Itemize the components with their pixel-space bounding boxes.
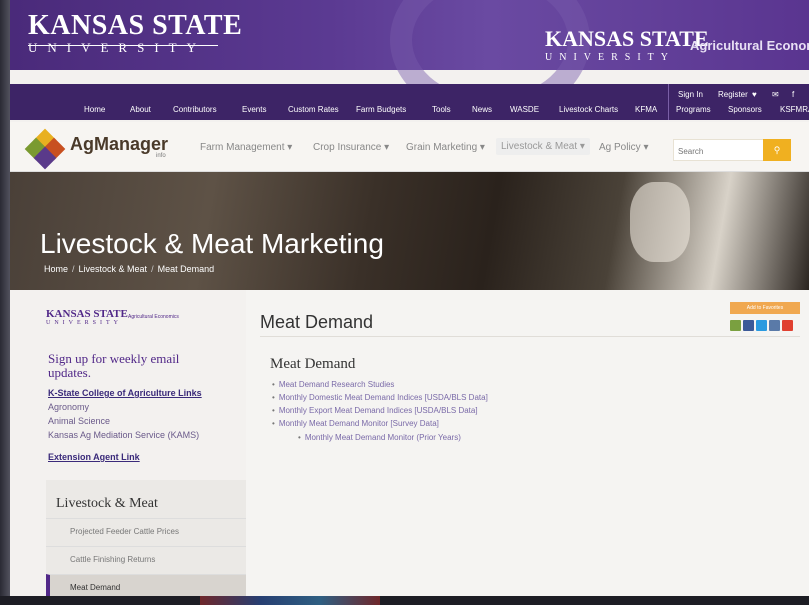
sidebar-ksu-logo[interactable]: KANSAS STATE UNIVERSITY bbox=[46, 308, 128, 326]
kams-link[interactable]: Kansas Ag Mediation Service (KAMS) bbox=[48, 430, 199, 440]
menu-crop-insurance[interactable]: Crop Insurance ▾ bbox=[313, 142, 389, 153]
search-input[interactable] bbox=[678, 144, 758, 158]
sidebar-item-feeder-cattle[interactable]: Projected Feeder Cattle Prices bbox=[46, 518, 246, 544]
more-share-icon[interactable] bbox=[782, 320, 793, 331]
register-link[interactable]: Register bbox=[718, 90, 748, 99]
search-icon[interactable]: ⚲ bbox=[763, 139, 791, 161]
nav-news[interactable]: News bbox=[472, 105, 492, 114]
add-to-favorites-button[interactable]: Add to Favorites bbox=[730, 302, 800, 314]
ksu-header: KANSAS STATE UNIVERSITY KANSAS STATE UNI… bbox=[10, 0, 809, 120]
sub-list-item[interactable]: Monthly Meat Demand Monitor (Prior Years… bbox=[298, 433, 461, 442]
sidebar-logo-department: Agricultural Economics bbox=[128, 314, 179, 320]
twitter-icon[interactable]: ♥ bbox=[752, 90, 757, 99]
nav-separator bbox=[668, 84, 669, 120]
ksu-right-logo-text: KANSAS STATE bbox=[545, 26, 709, 51]
agronomy-link[interactable]: Agronomy bbox=[48, 402, 89, 412]
logo-underline bbox=[28, 45, 218, 46]
email-icon[interactable]: ✉ bbox=[772, 90, 779, 99]
monitor-bezel-bottom bbox=[0, 596, 809, 605]
sidebar-logo-text: KANSAS STATE bbox=[46, 308, 128, 320]
ksu-logo-text: KANSAS STATE bbox=[28, 10, 243, 41]
facebook-share-icon[interactable] bbox=[743, 320, 754, 331]
main-content: Meat Demand Add to Favorites Meat Demand… bbox=[246, 290, 809, 600]
facebook-icon[interactable]: f bbox=[792, 90, 794, 99]
nav-ksfmra[interactable]: KSFMRA bbox=[780, 105, 809, 114]
breadcrumb-separator: / bbox=[151, 264, 154, 274]
content-title: Meat Demand bbox=[260, 312, 374, 332]
list-item[interactable]: Monthly Export Meat Demand Indices [USDA… bbox=[272, 406, 478, 415]
agmanager-name[interactable]: AgManager bbox=[70, 134, 168, 155]
email-signup-link[interactable]: Sign up for weekly email updates. bbox=[48, 352, 218, 380]
list-item[interactable]: Monthly Meat Demand Monitor [Survey Data… bbox=[272, 419, 439, 428]
nav-programs[interactable]: Programs bbox=[676, 105, 711, 114]
nav-kfma[interactable]: KFMA bbox=[635, 105, 657, 114]
nav-tools[interactable]: Tools bbox=[432, 105, 451, 114]
nav-wasde[interactable]: WASDE bbox=[510, 105, 539, 114]
menu-livestock-meat[interactable]: Livestock & Meat ▾ bbox=[496, 138, 590, 155]
agmanager-logo-icon[interactable] bbox=[24, 128, 66, 170]
breadcrumb-livestock[interactable]: Livestock & Meat bbox=[79, 264, 148, 274]
breadcrumb-separator: / bbox=[72, 264, 75, 274]
breadcrumb-home[interactable]: Home bbox=[44, 264, 68, 274]
sidebar-logo-subtext: UNIVERSITY bbox=[46, 320, 122, 326]
page-title: Livestock & Meat Marketing bbox=[40, 228, 384, 259]
agmanager-suffix: info bbox=[156, 153, 166, 159]
twitter-share-icon[interactable] bbox=[756, 320, 767, 331]
nav-sponsors[interactable]: Sponsors bbox=[728, 105, 762, 114]
menu-ag-policy[interactable]: Ag Policy ▾ bbox=[599, 142, 648, 153]
college-links[interactable]: K-State College of Agriculture Links bbox=[48, 388, 202, 398]
department-name[interactable]: Agricultural Economic bbox=[690, 38, 809, 53]
breadcrumb: Home / Livestock & Meat / Meat Demand bbox=[44, 264, 214, 274]
nav-events[interactable]: Events bbox=[242, 105, 266, 114]
agmanager-bar: AgManager info Farm Management ▾ Crop In… bbox=[10, 122, 809, 172]
ksu-right-logo-subtext: UNIVERSITY bbox=[545, 52, 675, 63]
ksu-right-logo[interactable]: KANSAS STATE UNIVERSITY bbox=[545, 26, 709, 63]
menu-grain-marketing[interactable]: Grain Marketing ▾ bbox=[406, 142, 485, 153]
hero-image-highlight bbox=[630, 182, 690, 262]
list-item[interactable]: Meat Demand Research Studies bbox=[272, 380, 395, 389]
animal-science-link[interactable]: Animal Science bbox=[48, 416, 110, 426]
sidebar: KANSAS STATE UNIVERSITY Agricultural Eco… bbox=[36, 290, 246, 600]
search-box: ⚲ bbox=[673, 139, 791, 161]
sign-in-link[interactable]: Sign In bbox=[678, 90, 703, 99]
nav-home[interactable]: Home bbox=[84, 105, 105, 114]
breadcrumb-current: Meat Demand bbox=[157, 264, 215, 274]
nav-livestock-charts[interactable]: Livestock Charts bbox=[559, 105, 618, 114]
title-divider bbox=[260, 336, 800, 337]
taskbar-icons bbox=[200, 596, 380, 605]
nav-about[interactable]: About bbox=[130, 105, 151, 114]
email-share-icon[interactable] bbox=[769, 320, 780, 331]
print-icon[interactable] bbox=[730, 320, 741, 331]
list-item[interactable]: Monthly Domestic Meat Demand Indices [US… bbox=[272, 393, 488, 402]
livestock-menu-title: Livestock & Meat bbox=[56, 496, 158, 511]
top-nav: Home About Contributors Events Custom Ra… bbox=[10, 84, 809, 120]
menu-farm-management[interactable]: Farm Management ▾ bbox=[200, 142, 292, 153]
ksu-logo[interactable]: KANSAS STATE UNIVERSITY bbox=[28, 10, 242, 56]
section-heading: Meat Demand bbox=[270, 356, 356, 372]
sidebar-item-finishing-returns[interactable]: Cattle Finishing Returns bbox=[46, 546, 246, 572]
browser-viewport: KANSAS STATE UNIVERSITY KANSAS STATE UNI… bbox=[10, 0, 809, 600]
nav-farm-budgets[interactable]: Farm Budgets bbox=[356, 105, 406, 114]
ksu-logo-subtext: UNIVERSITY bbox=[28, 40, 206, 55]
nav-contributors[interactable]: Contributors bbox=[173, 105, 217, 114]
hero-banner: Livestock & Meat Marketing Home / Livestoc… bbox=[10, 172, 809, 290]
nav-custom-rates[interactable]: Custom Rates bbox=[288, 105, 339, 114]
extension-agent-link[interactable]: Extension Agent Link bbox=[48, 452, 140, 462]
